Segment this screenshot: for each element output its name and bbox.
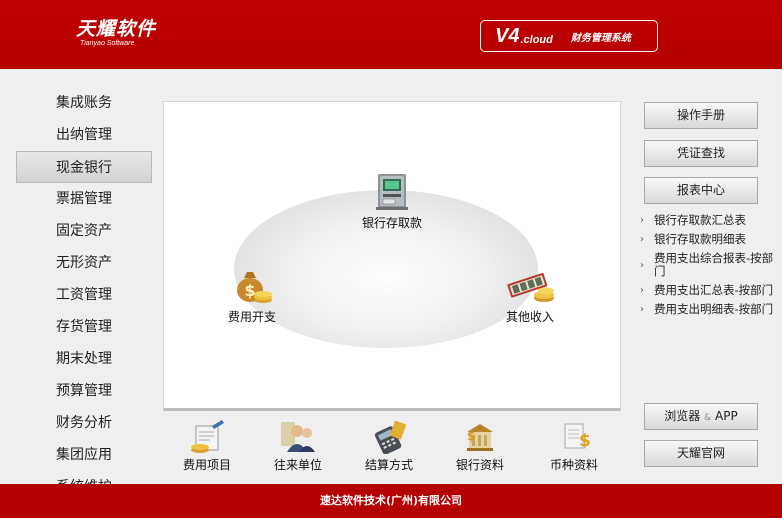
- chevron-right-icon: ›: [640, 234, 644, 245]
- cash-stack-icon: [507, 272, 554, 302]
- logo-en-text: Tianyao Software: [80, 40, 135, 47]
- shortcut-bank-data[interactable]: $ 银行资料: [440, 420, 520, 473]
- report-link-expense-detail[interactable]: › 费用支出明细表-按部门: [640, 303, 778, 316]
- currency-doc-icon: $: [564, 423, 591, 451]
- atm-icon: [376, 174, 408, 210]
- report-link-label: 银行存取款汇总表: [654, 213, 746, 227]
- report-link-expense-comprehensive[interactable]: › 费用支出综合报表-按部门: [640, 252, 778, 278]
- shortcut-expense-items-label: 费用项目: [182, 458, 231, 472]
- nav-item-group[interactable]: 集团应用: [16, 439, 152, 471]
- app-footer: 速达软件技术(广州)有限公司: [0, 484, 782, 518]
- report-link-bank-summary[interactable]: › 银行存取款汇总表: [640, 214, 778, 227]
- people-icon: [281, 422, 315, 452]
- system-name: 财务管理系统: [570, 32, 631, 44]
- nav-item-budget[interactable]: 预算管理: [16, 375, 152, 407]
- node-other-income[interactable]: 其他收入: [502, 264, 558, 325]
- chevron-right-icon: ›: [640, 215, 644, 226]
- manual-button[interactable]: 操作手册: [644, 102, 758, 129]
- nav-item-maintenance[interactable]: 系统维护: [16, 471, 152, 484]
- nav-item-bills[interactable]: 票据管理: [16, 183, 152, 215]
- report-link-bank-detail[interactable]: › 银行存取款明细表: [640, 233, 778, 246]
- node-bank-deposit-label: 银行存取款: [362, 216, 423, 230]
- shortcut-partners-label: 往来单位: [273, 458, 322, 472]
- svg-text:$: $: [467, 429, 475, 443]
- version-number: V4: [495, 24, 520, 47]
- browser-app-button[interactable]: 浏览器 & APP: [644, 403, 758, 430]
- nav-item-fixed-assets[interactable]: 固定资产: [16, 215, 152, 247]
- bank-icon: $: [467, 424, 493, 451]
- brand-logo: 天耀软件 Tianyao Software: [76, 18, 156, 47]
- chevron-right-icon: ›: [640, 285, 644, 296]
- svg-text:$: $: [579, 431, 591, 451]
- node-other-income-label: 其他收入: [505, 310, 554, 324]
- nav-item-cash-bank[interactable]: 现金银行: [16, 151, 152, 183]
- chevron-right-icon: ›: [640, 304, 644, 315]
- nav-item-ledger[interactable]: 集成账务: [16, 87, 152, 119]
- browser-app-label-a: 浏览器: [664, 409, 701, 423]
- shortcut-currency-label: 币种资料: [549, 458, 598, 472]
- browser-app-ampersand: &: [704, 413, 712, 423]
- nav-item-inventory[interactable]: 存货管理: [16, 311, 152, 343]
- website-button[interactable]: 天耀官网: [644, 440, 758, 467]
- report-link-label: 费用支出综合报表-按部门: [654, 251, 774, 278]
- version-suffix: .cloud: [520, 34, 553, 46]
- shortcut-bar: 费用项目 往来单位 结算方式 $ 银行资料 $ 币种资料: [163, 414, 621, 478]
- version-badge: V4 .cloud 财务管理系统: [480, 20, 658, 52]
- report-link-label: 费用支出汇总表-按部门: [654, 283, 774, 297]
- node-expense[interactable]: $ 费用开支: [228, 262, 276, 325]
- browser-app-label-b: APP: [715, 409, 738, 423]
- chevron-right-icon: ›: [640, 259, 644, 271]
- shortcut-settlement[interactable]: 结算方式: [349, 420, 429, 473]
- shortcut-currency[interactable]: $ 币种资料: [534, 420, 614, 473]
- nav-item-intangible-assets[interactable]: 无形资产: [16, 247, 152, 279]
- shortcut-settlement-label: 结算方式: [364, 458, 413, 472]
- invoice-pen-icon: [191, 420, 224, 453]
- report-link-expense-summary[interactable]: › 费用支出汇总表-按部门: [640, 284, 778, 297]
- nav-item-payroll[interactable]: 工资管理: [16, 279, 152, 311]
- report-center-button[interactable]: 报表中心: [644, 177, 758, 204]
- report-link-label: 银行存取款明细表: [654, 232, 746, 246]
- money-bag-icon: $: [237, 272, 272, 303]
- nav-item-cashier[interactable]: 出纳管理: [16, 119, 152, 151]
- voucher-search-button[interactable]: 凭证查找: [644, 140, 758, 167]
- shortcut-partners[interactable]: 往来单位: [258, 420, 338, 473]
- nav-item-analysis[interactable]: 财务分析: [16, 407, 152, 439]
- report-list: › 银行存取款汇总表 › 银行存取款明细表 › 费用支出综合报表-按部门 › 费…: [640, 214, 778, 322]
- logo-cn-text: 天耀软件: [76, 18, 157, 40]
- workflow-panel: 银行存取款 $ 费用开支 其他收入: [163, 101, 621, 411]
- report-link-label: 费用支出明细表-按部门: [654, 302, 774, 316]
- node-bank-deposit[interactable]: 银行存取款: [362, 170, 422, 231]
- svg-text:$: $: [244, 281, 255, 300]
- card-reader-icon: [374, 420, 407, 454]
- module-nav: 集成账务 出纳管理 现金银行 票据管理 固定资产 无形资产 工资管理 存货管理 …: [16, 87, 152, 484]
- shortcut-expense-items[interactable]: 费用项目: [167, 420, 247, 473]
- nav-item-period-end[interactable]: 期末处理: [16, 343, 152, 375]
- app-header: 天耀软件 Tianyao Software V4 .cloud 财务管理系统: [0, 0, 782, 69]
- shortcut-bank-data-label: 银行资料: [455, 458, 504, 472]
- node-expense-label: 费用开支: [228, 310, 277, 324]
- footer-company: 速达软件技术(广州)有限公司: [319, 494, 463, 507]
